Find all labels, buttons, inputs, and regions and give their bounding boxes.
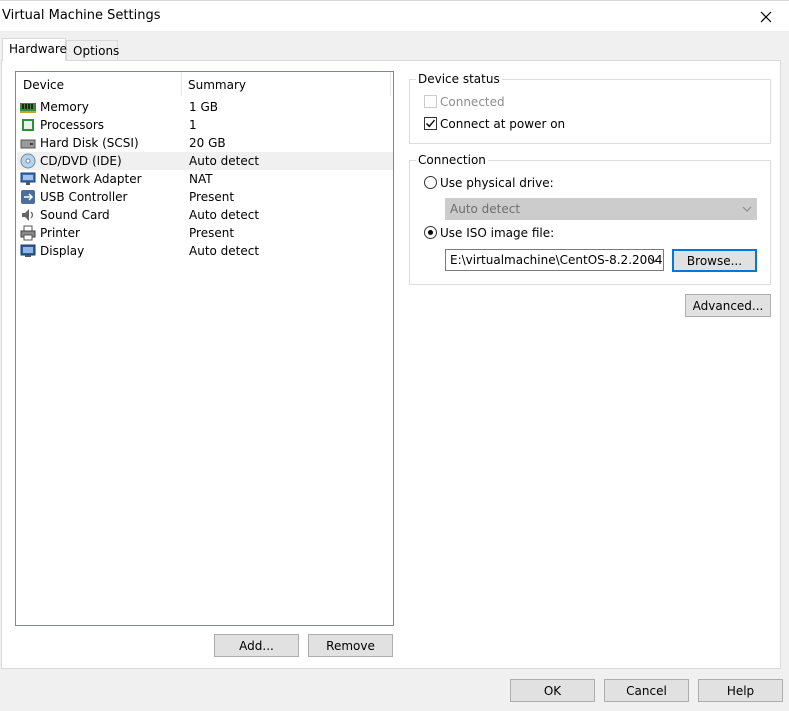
column-separator[interactable] (390, 72, 391, 96)
use-iso-image-radio[interactable] (424, 226, 437, 239)
add-button[interactable]: Add... (214, 634, 299, 657)
close-icon (760, 11, 772, 22)
tab-options-label: Options (73, 44, 120, 58)
device-summary: 1 (189, 118, 197, 132)
cd-dvd-icon (20, 153, 36, 169)
help-button[interactable]: Help (698, 679, 783, 702)
device-row-printer[interactable]: Printer Present (17, 224, 393, 242)
device-name: Network Adapter (40, 172, 142, 186)
processor-icon (22, 119, 34, 131)
device-summary: Auto detect (189, 208, 260, 222)
hardware-panel: Device Summary Memory 1 GB Processors 1 … (1, 60, 781, 669)
device-summary: NAT (189, 172, 213, 186)
device-status-group: Device status Connected Connect at power… (409, 72, 771, 144)
physical-drive-select[interactable]: Auto detect (445, 198, 757, 220)
memory-icon (20, 103, 36, 113)
device-name: Sound Card (40, 208, 110, 222)
title-bar: Virtual Machine Settings (0, 0, 789, 31)
device-summary: 1 GB (189, 100, 218, 114)
display-icon (20, 244, 36, 257)
connect-at-power-on-label: Connect at power on (440, 117, 566, 131)
usb-icon (21, 190, 35, 204)
chevron-down-icon (742, 206, 752, 212)
device-list[interactable]: Device Summary Memory 1 GB Processors 1 … (15, 71, 394, 626)
connection-group: Connection Use physical drive: Auto dete… (409, 153, 771, 285)
device-status-legend: Device status (416, 72, 502, 86)
tab-strip: Hardware Options (0, 38, 789, 61)
window-title: Virtual Machine Settings (2, 8, 161, 23)
device-name: Processors (40, 118, 105, 132)
device-row-usb-controller[interactable]: USB Controller Present (17, 188, 393, 206)
column-separator[interactable] (181, 72, 182, 96)
device-name: Printer (40, 226, 80, 240)
use-iso-image-label: Use ISO image file: (440, 226, 555, 240)
remove-button[interactable]: Remove (308, 634, 393, 657)
column-device[interactable]: Device (23, 78, 64, 92)
device-row-display[interactable]: Display Auto detect (17, 242, 393, 260)
device-summary: Auto detect (189, 154, 260, 168)
connected-label: Connected (440, 95, 505, 109)
settings-window: Virtual Machine Settings Hardware Option… (0, 0, 789, 711)
device-row-network-adapter[interactable]: Network Adapter NAT (17, 170, 393, 188)
device-row-sound-card[interactable]: Sound Card Auto detect (17, 206, 393, 224)
column-summary[interactable]: Summary (188, 78, 246, 92)
device-row-memory[interactable]: Memory 1 GB (17, 98, 393, 116)
ok-button[interactable]: OK (510, 679, 595, 702)
iso-path-value: E:\virtualmachine\CentOS-8.2.2004 (450, 253, 663, 267)
device-row-processors[interactable]: Processors 1 (17, 116, 393, 134)
iso-path-input[interactable]: E:\virtualmachine\CentOS-8.2.2004 (445, 249, 664, 271)
device-summary: Present (189, 226, 235, 240)
use-physical-drive-label: Use physical drive: (440, 176, 554, 190)
checkmark-icon (426, 119, 436, 128)
device-summary: 20 GB (189, 136, 226, 150)
device-name: Hard Disk (SCSI) (40, 136, 139, 150)
chevron-down-icon (649, 257, 659, 263)
connection-legend: Connection (416, 153, 488, 167)
tab-hardware[interactable]: Hardware (2, 38, 67, 61)
device-name: Display (40, 244, 85, 258)
physical-drive-value: Auto detect (450, 202, 521, 216)
device-row-hard-disk[interactable]: Hard Disk (SCSI) 20 GB (17, 134, 393, 152)
advanced-button[interactable]: Advanced... (685, 294, 771, 317)
cancel-button[interactable]: Cancel (604, 679, 689, 702)
network-adapter-icon (20, 172, 36, 185)
device-name: CD/DVD (IDE) (40, 154, 122, 168)
printer-icon (20, 225, 36, 241)
browse-button[interactable]: Browse... (672, 249, 757, 272)
sound-card-icon (22, 209, 34, 221)
device-list-header: Device Summary (16, 72, 393, 96)
device-name: USB Controller (40, 190, 128, 204)
device-summary: Present (189, 190, 235, 204)
hard-disk-icon (20, 139, 36, 149)
tab-hardware-label: Hardware (9, 42, 67, 56)
use-physical-drive-radio[interactable] (424, 176, 437, 189)
tab-options[interactable]: Options (66, 40, 120, 60)
close-button[interactable] (743, 1, 789, 32)
device-row-cd-dvd[interactable]: CD/DVD (IDE) Auto detect (17, 152, 393, 170)
dialog-button-bar: OK Cancel Help (0, 670, 789, 711)
connected-checkbox[interactable] (424, 95, 437, 108)
device-name: Memory (40, 100, 89, 114)
device-summary: Auto detect (189, 244, 260, 258)
connect-at-power-on-checkbox[interactable] (424, 117, 437, 130)
